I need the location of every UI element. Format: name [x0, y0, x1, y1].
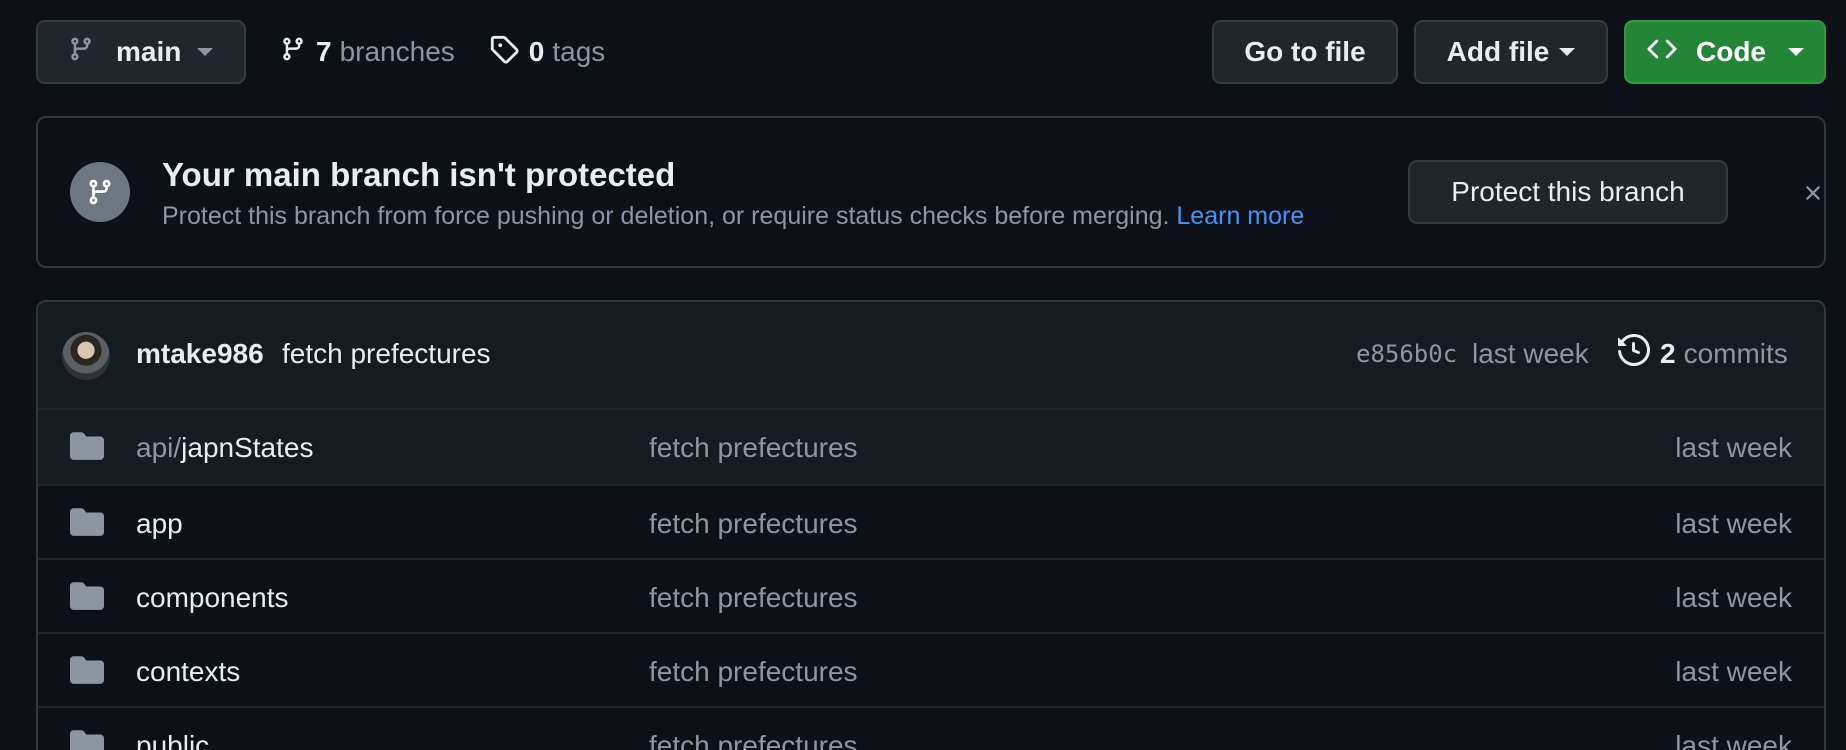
table-row[interactable]: components fetch prefectures last week — [38, 558, 1824, 632]
banner-description: Protect this branch from force pushing o… — [162, 202, 1304, 231]
protect-branch-button[interactable]: Protect this branch — [1408, 160, 1728, 224]
commit-message[interactable]: fetch prefectures — [282, 338, 491, 370]
file-commit-time: last week — [1675, 656, 1792, 687]
commit-time: last week — [1472, 338, 1589, 369]
tag-icon — [489, 34, 519, 71]
git-branch-icon — [70, 162, 130, 222]
folder-icon — [70, 730, 104, 750]
commit-author[interactable]: mtake986 — [136, 338, 264, 370]
banner-title: Your main branch isn't protected — [162, 156, 676, 193]
folder-icon — [70, 432, 104, 460]
file-commit-time: last week — [1675, 508, 1792, 539]
tags-label: tags — [552, 36, 606, 67]
file-commit-time: last week — [1675, 432, 1792, 463]
git-branch-icon — [280, 34, 306, 71]
branches-count: 7 — [316, 36, 332, 67]
add-file-button[interactable]: Add file — [1414, 20, 1608, 84]
caret-down-icon — [1559, 48, 1576, 56]
tags-count: 0 — [528, 36, 545, 67]
table-row[interactable]: api/japnStates fetch prefectures last we… — [38, 410, 1824, 484]
history-icon — [1618, 333, 1651, 373]
code-button[interactable]: Code — [1624, 20, 1826, 84]
file-name-text: app — [136, 508, 183, 539]
table-row[interactable]: app fetch prefectures last week — [38, 484, 1824, 558]
caret-down-icon — [197, 48, 214, 56]
caret-down-icon — [1788, 48, 1804, 56]
commits-count: 2 — [1660, 337, 1676, 369]
code-icon — [1646, 34, 1678, 71]
avatar[interactable] — [62, 332, 110, 380]
branch-protection-banner: Your main branch isn't protected Protect… — [36, 116, 1826, 268]
file-name[interactable]: app — [136, 508, 183, 540]
folder-icon — [70, 582, 104, 610]
branch-name: main — [116, 36, 182, 67]
go-to-file-button[interactable]: Go to file — [1212, 20, 1398, 84]
file-name[interactable]: public — [136, 730, 209, 750]
banner-description-text: Protect this branch from force pushing o… — [162, 202, 1170, 230]
git-branch-icon — [68, 34, 94, 71]
branch-select-button[interactable]: main — [36, 20, 246, 84]
file-commit-message[interactable]: fetch prefectures — [649, 582, 858, 614]
latest-commit-bar: mtake986 fetch prefectures e856b0c last … — [38, 302, 1824, 410]
add-file-label: Add file — [1446, 36, 1550, 67]
close-icon[interactable] — [1798, 178, 1828, 208]
file-commit-message[interactable]: fetch prefectures — [649, 432, 858, 464]
file-path-prefix: api/ — [136, 432, 182, 463]
go-to-file-label: Go to file — [1244, 36, 1366, 67]
file-name-text: contexts — [136, 656, 241, 687]
file-name[interactable]: api/japnStates — [136, 432, 313, 464]
file-commit-message[interactable]: fetch prefectures — [649, 508, 858, 540]
table-row[interactable]: contexts fetch prefectures last week — [38, 632, 1824, 706]
file-name-text: japnStates — [181, 432, 314, 463]
file-commit-time: last week — [1675, 582, 1792, 613]
code-label: Code — [1696, 36, 1766, 67]
file-commit-message[interactable]: fetch prefectures — [649, 730, 858, 750]
folder-icon — [70, 656, 104, 684]
commits-history-link[interactable]: 2 commits — [1618, 333, 1788, 373]
file-name-text: components — [136, 582, 289, 613]
file-commit-time: last week — [1675, 730, 1792, 750]
tags-link[interactable]: 0 tags — [489, 34, 606, 71]
file-name[interactable]: contexts — [136, 656, 240, 688]
commits-label: commits — [1683, 337, 1788, 369]
repo-toolbar: main 7 branches 0 tags Go to file Add fi… — [36, 20, 1826, 84]
file-name[interactable]: components — [136, 582, 289, 614]
file-name-text: public — [136, 730, 210, 750]
file-browser: mtake986 fetch prefectures e856b0c last … — [36, 300, 1826, 750]
branches-label: branches — [339, 36, 455, 67]
table-row[interactable]: public fetch prefectures last week — [38, 706, 1824, 750]
branches-link[interactable]: 7 branches — [280, 34, 455, 71]
protect-branch-label: Protect this branch — [1451, 176, 1685, 207]
repo-page: main 7 branches 0 tags Go to file Add fi… — [0, 0, 1846, 750]
file-commit-message[interactable]: fetch prefectures — [649, 656, 858, 688]
folder-icon — [70, 508, 104, 536]
learn-more-link[interactable]: Learn more — [1176, 202, 1304, 230]
commit-sha[interactable]: e856b0c — [1356, 340, 1457, 368]
